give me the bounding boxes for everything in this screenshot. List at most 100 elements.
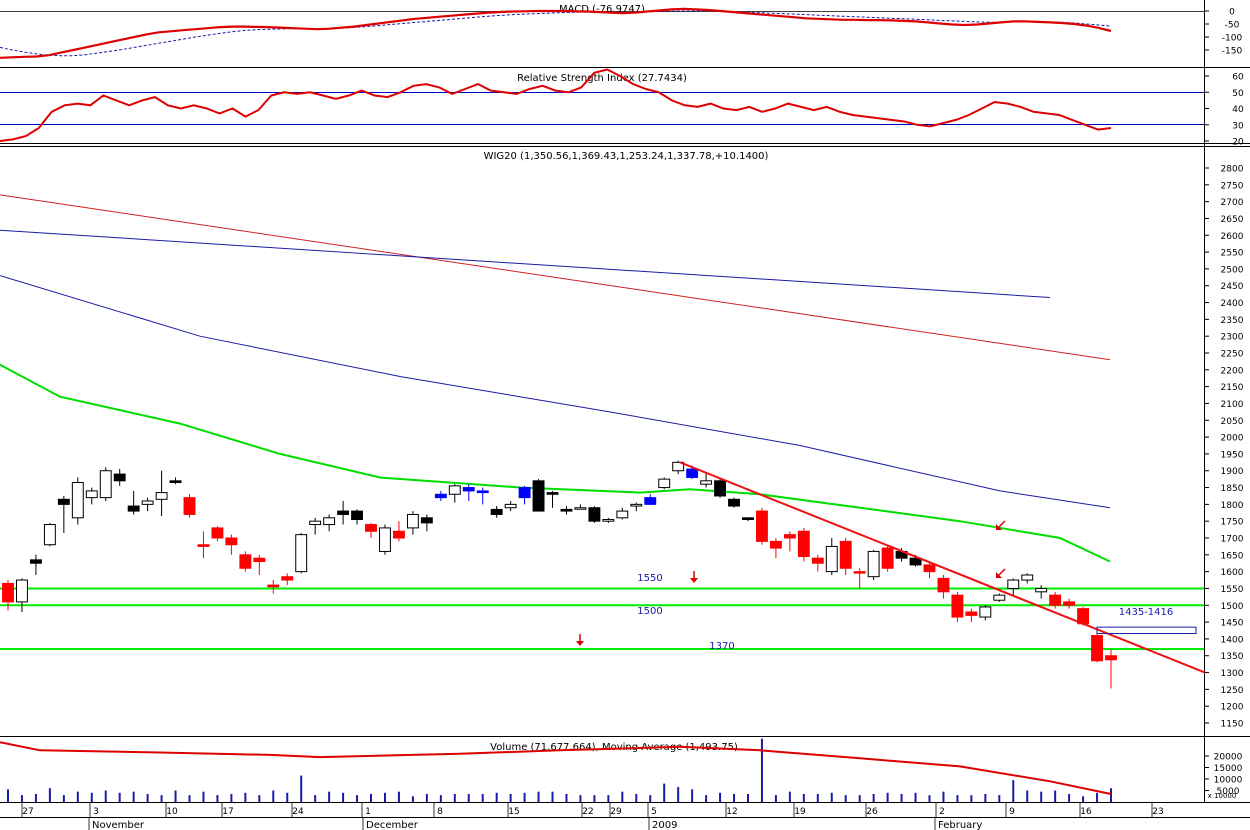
price-tick-label: 2750 [1221,181,1244,191]
x-day-label: 17 [222,807,233,817]
candle-body [113,473,126,482]
price-tick-label: 2600 [1221,232,1244,242]
candle-body [406,513,419,529]
x-day-label: 29 [610,807,622,817]
x-day-label: 5 [651,807,657,817]
price-tick-label: 1200 [1221,703,1244,713]
candle-body [16,579,28,603]
candle-body [392,530,405,539]
candle-body [825,545,838,573]
candle [99,467,112,501]
rsi-tick-label: 40 [1232,105,1244,115]
x-month-label: 2009 [652,820,677,830]
price-tick-label: 1350 [1221,652,1244,662]
volume-tick-label: 15000 [1214,764,1243,774]
candle-body [2,582,14,603]
candle-body [1105,655,1117,661]
price-tick-label: 1600 [1221,568,1244,578]
candle-body [490,508,503,515]
candle-body [769,540,782,549]
candle-body [1049,594,1062,606]
price-tick-label: 1850 [1221,484,1244,494]
candle-body [546,492,559,495]
x-day-label: 19 [794,807,806,817]
candle-body [43,524,56,546]
candle [379,524,391,555]
candle-body [728,498,740,507]
price-tick-label: 1150 [1221,720,1244,730]
x-day-label: 12 [726,807,737,817]
candle-body [979,606,992,618]
candle [797,527,810,562]
price-tick-label: 2000 [1221,434,1244,444]
candle-body [183,497,196,515]
candle-body [504,503,517,509]
x-day-label: 8 [437,807,443,817]
candle [714,479,727,498]
price-tick-label: 2350 [1221,316,1244,326]
candle-body [351,510,363,521]
price-tick-label: 1900 [1221,467,1244,477]
candle [756,507,768,545]
x-month-label: November [92,820,145,830]
x-month-label: December [366,820,419,830]
candle-body [225,537,238,546]
candle-body [616,510,629,519]
price-tick-label: 2100 [1221,400,1244,410]
price-tick-label: 1650 [1221,551,1244,561]
candle-body [337,510,350,515]
price-tick-label: 2300 [1221,333,1244,343]
price-tick-label: 2150 [1221,383,1244,393]
rsi-tick-label: 60 [1232,73,1244,83]
candle-body [658,478,671,489]
x-day-label: 27 [22,807,33,817]
candle-body [197,544,210,547]
macd-tick-label: -100 [1222,34,1243,44]
candle [658,477,671,490]
price-tick-label: 1250 [1221,686,1244,696]
candle-body [644,497,657,505]
candle-body [588,507,601,522]
macd-tick-label: -50 [1225,21,1240,31]
candle-body [71,482,84,519]
price-tick-label: 1400 [1221,635,1244,645]
candle-body [448,485,461,495]
price-tick-label: 1800 [1221,501,1244,511]
candle-body [29,559,42,564]
candle-body [923,564,936,573]
rsi-tick-label: 20 [1232,138,1244,148]
x-day-label: 3 [93,807,99,817]
candle-body [57,498,70,505]
candle-body [295,534,308,573]
candle-body [811,557,824,564]
candle-body [169,480,182,483]
candle-body [281,576,294,581]
candle-body [365,524,377,532]
candle-body [602,519,615,522]
candle [239,551,252,572]
candle-body [951,594,964,618]
candle-body [1021,574,1034,581]
price-tick-label: 2250 [1221,350,1244,360]
macd-tick-label: -150 [1222,47,1243,57]
level-1370-label: 1370 [709,641,734,652]
volume-unit-label: x 10000 [1208,792,1237,800]
price-tick-label: 1950 [1221,450,1244,460]
candle-body [839,540,852,569]
candle-body [993,594,1006,601]
candle-body [462,487,475,492]
candle-body [937,577,950,593]
candle [993,593,1006,602]
x-day-label: 26 [866,807,878,817]
candle-body [253,557,266,563]
x-day-label: 9 [1009,807,1015,817]
candle-body [323,517,336,526]
candle-body [211,527,224,539]
price-tick-label: 2200 [1221,366,1244,376]
candle-body [532,480,545,512]
level-1550-label: 1550 [637,573,662,584]
candle [532,479,545,512]
price-tick-label: 2050 [1221,417,1244,427]
candle-body [742,517,754,520]
price-tick-label: 1300 [1221,669,1244,679]
